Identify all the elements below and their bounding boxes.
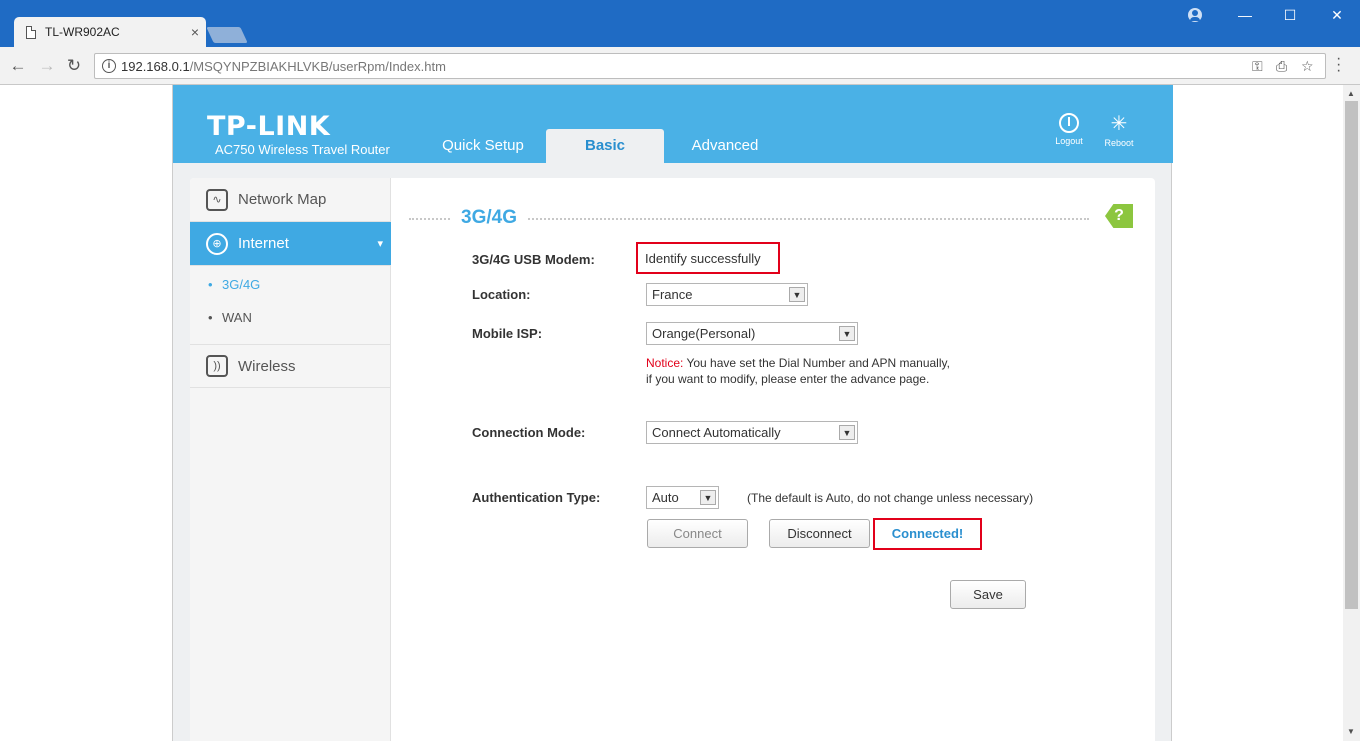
connect-button[interactable]: Connect — [647, 519, 748, 548]
address-bar[interactable]: i 192.168.0.1/MSQYNPZBIAKHLVKB/userRpm/I… — [94, 53, 1326, 79]
page-viewport: TP-LINK AC750 Wireless Travel Router Qui… — [0, 85, 1343, 741]
browser-tab[interactable]: TL-WR902AC × — [14, 17, 206, 47]
auth-label: Authentication Type: — [472, 490, 601, 505]
chevron-down-icon: ▾ — [377, 238, 383, 250]
isp-select[interactable]: Orange(Personal) ▼ — [646, 322, 858, 345]
info-icon[interactable]: i — [102, 59, 116, 73]
modem-status: Identify successfully — [636, 242, 780, 274]
isp-notice: Notice: You have set the Dial Number and… — [646, 355, 950, 387]
tab-advanced[interactable]: Advanced — [673, 129, 777, 163]
translate-icon[interactable]: ⎙ — [1276, 58, 1287, 75]
chevron-down-icon: ▼ — [789, 287, 805, 302]
browser-titlebar: TL-WR902AC × — ☐ ✕ — [0, 0, 1360, 47]
forward-icon[interactable]: → — [36, 55, 58, 77]
maximize-button[interactable]: ☐ — [1267, 0, 1313, 30]
help-button[interactable]: ? — [1105, 204, 1133, 228]
notice-prefix: Notice: — [646, 356, 684, 370]
connection-mode-select[interactable]: Connect Automatically ▼ — [646, 421, 858, 444]
notice-line2: if you want to modify, please enter the … — [646, 372, 930, 386]
reboot-label: Reboot — [1104, 138, 1134, 148]
sidebar-item-network-map[interactable]: ∿ Network Map — [190, 178, 391, 222]
chevron-down-icon: ▼ — [839, 326, 855, 341]
account-icon[interactable] — [1188, 8, 1202, 22]
location-label: Location: — [472, 287, 531, 302]
page-scrollbar[interactable]: ▲ ▼ — [1343, 85, 1360, 741]
scrollbar-thumb[interactable] — [1345, 101, 1358, 609]
sidebar-subitem-3g4g[interactable]: 3G/4G — [208, 277, 260, 292]
key-icon[interactable]: ⚿ — [1252, 58, 1263, 75]
page-title: 3G/4G — [451, 207, 527, 229]
isp-value: Orange(Personal) — [652, 326, 756, 341]
main-panel: ∿ Network Map ⊕ Internet ▾ 3G/4G WAN )) … — [190, 178, 1155, 741]
menu-icon[interactable]: · · · — [1336, 51, 1341, 79]
sidebar-item-label: Internet — [238, 235, 289, 252]
tab-close-icon[interactable]: × — [184, 24, 206, 40]
content-area: 3G/4G ? 3G/4G USB Modem: Identify succes… — [409, 178, 1155, 741]
reboot-button[interactable]: ✳ Reboot — [1097, 113, 1141, 148]
notice-line1: You have set the Dial Number and APN man… — [683, 356, 950, 370]
model-name: AC750 Wireless Travel Router — [215, 142, 390, 157]
new-tab-button[interactable] — [206, 27, 248, 43]
wireless-icon: )) — [206, 355, 228, 377]
network-map-icon: ∿ — [206, 188, 228, 211]
tp-link-logo: TP-LINK — [207, 111, 331, 142]
globe-icon: ⊕ — [206, 232, 228, 255]
close-window-button[interactable]: ✕ — [1314, 0, 1360, 30]
sidebar-item-label: Wireless — [238, 357, 296, 375]
connection-status: Connected! — [873, 518, 982, 550]
tab-title: TL-WR902AC — [45, 25, 120, 39]
auth-hint: (The default is Auto, do not change unle… — [747, 491, 1034, 505]
tab-basic[interactable]: Basic — [546, 129, 664, 163]
scroll-up-icon[interactable]: ▲ — [1347, 89, 1355, 98]
logout-button[interactable]: Logout — [1047, 113, 1091, 146]
auth-type-select[interactable]: Auto ▼ — [646, 486, 719, 509]
url-host: 192.168.0.1 — [121, 59, 190, 74]
sidebar-item-internet[interactable]: ⊕ Internet ▾ — [190, 222, 391, 266]
router-header: TP-LINK AC750 Wireless Travel Router Qui… — [173, 85, 1173, 163]
save-button[interactable]: Save — [950, 580, 1026, 609]
tab-quick-setup[interactable]: Quick Setup — [428, 129, 538, 163]
url-path: /MSQYNPZBIAKHLVKB/userRpm/Index.htm — [189, 59, 446, 74]
sidebar-subitem-wan[interactable]: WAN — [208, 310, 252, 325]
document-icon — [26, 25, 36, 39]
browser-toolbar: ← → ↻ i 192.168.0.1/MSQYNPZBIAKHLVKB/use… — [0, 47, 1360, 85]
auth-value: Auto — [652, 490, 679, 505]
chevron-down-icon: ▼ — [839, 425, 855, 440]
sidebar-item-wireless[interactable]: )) Wireless — [190, 344, 391, 388]
location-select[interactable]: France ▼ — [646, 283, 808, 306]
disconnect-button[interactable]: Disconnect — [769, 519, 870, 548]
mode-value: Connect Automatically — [652, 425, 781, 440]
minimize-button[interactable]: — — [1222, 0, 1268, 30]
reboot-icon: ✳ — [1110, 113, 1128, 135]
url-text[interactable]: 192.168.0.1/MSQYNPZBIAKHLVKB/userRpm/Ind… — [121, 59, 446, 74]
modem-label: 3G/4G USB Modem: — [472, 252, 595, 267]
power-icon — [1059, 113, 1079, 133]
scroll-down-icon[interactable]: ▼ — [1347, 727, 1355, 736]
sidebar: ∿ Network Map ⊕ Internet ▾ 3G/4G WAN )) … — [190, 178, 391, 741]
chevron-down-icon: ▼ — [700, 490, 716, 505]
mode-label: Connection Mode: — [472, 425, 586, 440]
isp-label: Mobile ISP: — [472, 326, 543, 341]
logout-label: Logout — [1055, 136, 1083, 146]
back-icon[interactable]: ← — [7, 55, 29, 77]
sidebar-item-label: Network Map — [238, 191, 327, 208]
star-icon[interactable]: ☆ — [1301, 58, 1314, 75]
location-value: France — [652, 287, 693, 302]
router-frame: TP-LINK AC750 Wireless Travel Router Qui… — [172, 85, 1173, 741]
reload-icon[interactable]: ↻ — [63, 55, 85, 77]
